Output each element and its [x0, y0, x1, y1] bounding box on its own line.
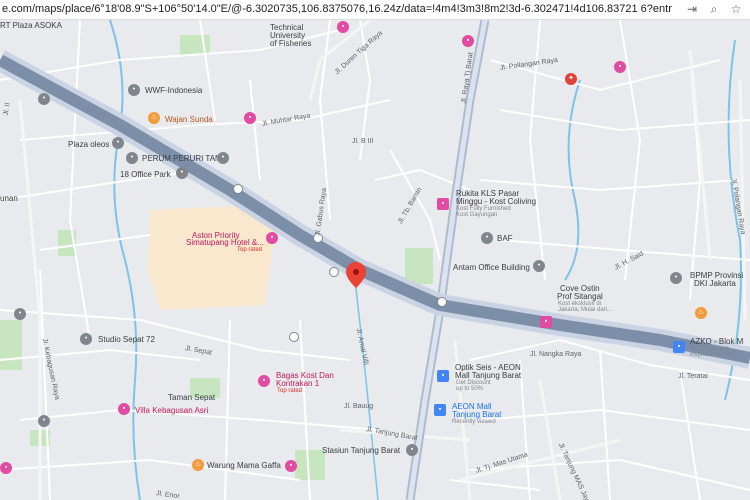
place-marker-icon[interactable]: •: [14, 308, 26, 320]
street-label: Jl. B III: [352, 138, 374, 145]
place-label[interactable]: unan: [0, 194, 18, 203]
place-marker-icon[interactable]: •: [38, 415, 50, 427]
street-label: Jl. Teratai: [678, 373, 708, 380]
place-sublabel: inspirasi dari A-Z: [690, 352, 735, 358]
zoom-icon[interactable]: ⌕: [706, 1, 722, 17]
shopping-icon[interactable]: ▪: [437, 370, 449, 382]
place-sublabel: Top rated: [237, 247, 263, 253]
hotel-icon[interactable]: ▪: [285, 460, 297, 472]
place-label: DKI Jakarta: [694, 279, 736, 288]
bus-stop-icon[interactable]: [329, 267, 339, 277]
hotel-icon[interactable]: ▪: [614, 61, 626, 73]
restaurant-icon[interactable]: ♨: [695, 307, 707, 319]
street-label: Jl. Nangka Raya: [530, 351, 582, 358]
place-marker-icon[interactable]: •: [481, 232, 493, 244]
restaurant-icon[interactable]: ♨: [148, 112, 160, 124]
restaurant-icon[interactable]: ♨: [192, 459, 204, 471]
hotel-icon[interactable]: ▪: [0, 462, 12, 474]
place-label[interactable]: BAF: [497, 234, 513, 243]
place-label: Kontrakan 1: [276, 379, 320, 388]
place-label[interactable]: Villa Kebagusan Asri: [135, 406, 208, 415]
river: [354, 279, 379, 500]
park-area: [405, 248, 433, 284]
shopping-icon[interactable]: ▪: [673, 341, 685, 353]
place-label[interactable]: Warung Mama Gaffa: [207, 461, 281, 470]
place-label: Prof Sitangal: [557, 292, 603, 301]
place-label: Mall Tanjung Barat: [455, 371, 522, 380]
place-marker-icon[interactable]: •: [38, 93, 50, 105]
place-label: Minggu - Kost Coliving: [456, 197, 537, 206]
place-sublabel: Recently viewed: [452, 419, 496, 425]
url-text[interactable]: e.com/maps/place/6°18'08.9"S+106°50'14.0…: [2, 3, 672, 15]
train-station-icon[interactable]: ▪: [406, 444, 418, 456]
place-marker-icon[interactable]: •: [126, 152, 138, 164]
hotel-icon[interactable]: ▪: [118, 403, 130, 415]
place-marker-icon[interactable]: •: [217, 152, 229, 164]
place-marker-icon[interactable]: •: [670, 272, 682, 284]
hotel-icon[interactable]: ▪: [258, 375, 270, 387]
bus-stop-icon[interactable]: [233, 184, 243, 194]
place-label[interactable]: AZKO - Blok M: [690, 337, 743, 346]
place-sublabel: up to 50%: [456, 386, 484, 392]
place-label[interactable]: 18 Office Park: [120, 170, 171, 179]
place-sublabel: Kost Gayungan: [456, 212, 498, 218]
street-label: Jl. Bauug: [344, 403, 374, 410]
place-label: of Fisheries: [270, 39, 312, 48]
share-icon[interactable]: ⇥: [684, 1, 700, 17]
place-marker-icon[interactable]: •: [128, 84, 140, 96]
park-area: [295, 450, 325, 480]
toll-road-casing: [0, 50, 750, 369]
place-label[interactable]: RT Plaza ASOKA: [0, 21, 62, 30]
hotel-icon[interactable]: ▪: [462, 35, 474, 47]
place-label: Simatupang Hotel &...: [186, 238, 264, 247]
place-label[interactable]: Wajan Sunda: [165, 115, 213, 124]
campus-area: [148, 205, 275, 310]
river: [564, 79, 581, 281]
place-marker-icon[interactable]: •: [80, 333, 92, 345]
hotel-icon[interactable]: ▪: [266, 232, 278, 244]
place-label[interactable]: Stasiun Tanjung Barat: [322, 446, 400, 455]
hotel-icon[interactable]: ▪: [337, 21, 349, 33]
place-label[interactable]: Antam Office Building: [453, 263, 530, 272]
map-canvas[interactable]: RT Plaza ASOKA Technical University of F…: [0, 20, 750, 500]
park-area: [0, 320, 22, 370]
place-label[interactable]: Studio Sepat 72: [98, 335, 155, 344]
shopping-icon[interactable]: ▪: [434, 404, 446, 416]
selected-location-pin[interactable]: [346, 262, 366, 288]
hotel-icon[interactable]: ▪: [540, 316, 552, 328]
hotel-icon[interactable]: ▪: [437, 198, 449, 210]
bus-stop-icon[interactable]: [437, 297, 447, 307]
bus-stop-icon[interactable]: [289, 332, 299, 342]
star-icon[interactable]: ☆: [728, 1, 744, 17]
place-marker-icon[interactable]: •: [112, 137, 124, 149]
place-label[interactable]: Taman Sepat: [168, 393, 215, 402]
place-label[interactable]: Plaza oleos: [68, 140, 109, 149]
place-label[interactable]: PERUM PERURI TANI: [142, 154, 223, 163]
place-marker-icon[interactable]: •: [533, 260, 545, 272]
place-sublabel: Top rated: [277, 388, 303, 394]
toll-road: [0, 54, 750, 364]
place-marker-icon[interactable]: •: [176, 167, 188, 179]
address-bar[interactable]: e.com/maps/place/6°18'08.9"S+106°50'14.0…: [0, 0, 750, 20]
place-label: Tanjung Barat: [452, 410, 502, 419]
hotel-icon[interactable]: ▪: [244, 112, 256, 124]
attraction-icon[interactable]: ✦: [565, 73, 577, 85]
place-label[interactable]: WWF-Indonesia: [145, 86, 202, 95]
place-sublabel: Jakarta, Mulai dari...: [558, 307, 613, 313]
